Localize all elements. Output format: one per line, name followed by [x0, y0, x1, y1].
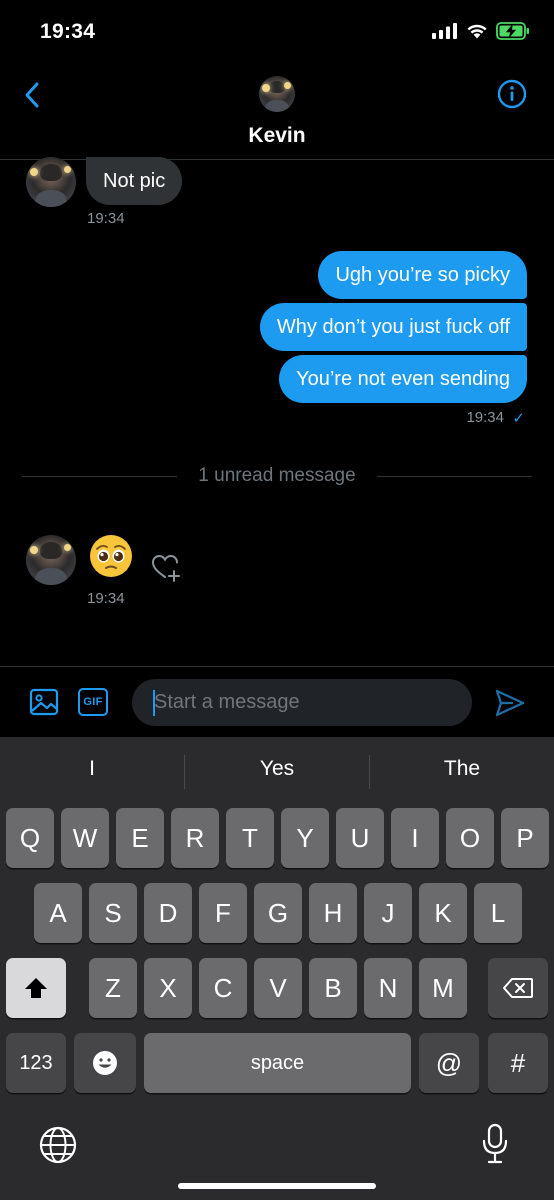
key-r[interactable]: R	[171, 808, 219, 868]
key-e[interactable]: E	[116, 808, 164, 868]
text-cursor	[153, 690, 155, 716]
unread-divider: 1 unread message	[22, 463, 532, 489]
shift-arrow-icon	[25, 978, 47, 998]
key-s[interactable]: S	[89, 883, 137, 943]
sent-checkmark-icon: ✓	[512, 410, 525, 427]
key-m[interactable]: M	[419, 958, 467, 1018]
shift-key[interactable]	[6, 958, 66, 1018]
hash-key[interactable]: #	[488, 1033, 548, 1093]
key-p[interactable]: P	[501, 808, 549, 868]
key-f[interactable]: F	[199, 883, 247, 943]
sender-avatar[interactable]	[26, 157, 76, 207]
message-timestamp: 19:34	[87, 590, 125, 607]
key-w[interactable]: W	[61, 808, 109, 868]
numbers-key[interactable]: 123	[6, 1033, 66, 1093]
suggestion-bar: I Yes The	[0, 737, 554, 803]
status-bar: 19:34	[0, 0, 554, 64]
key-z[interactable]: Z	[89, 958, 137, 1018]
message-timestamp: 19:34	[466, 409, 504, 426]
status-time: 19:34	[40, 20, 96, 43]
at-key[interactable]: @	[419, 1033, 479, 1093]
key-k[interactable]: K	[419, 883, 467, 943]
key-n[interactable]: N	[364, 958, 412, 1018]
microphone-icon[interactable]	[480, 1123, 510, 1165]
suggestion-item[interactable]: Yes	[185, 757, 369, 781]
emoji-smiley-icon	[93, 1051, 117, 1075]
heart-plus-icon[interactable]	[150, 551, 184, 583]
status-icons	[432, 22, 530, 40]
key-d[interactable]: D	[144, 883, 192, 943]
key-v[interactable]: V	[254, 958, 302, 1018]
pleading-face-emoji[interactable]	[88, 533, 134, 579]
key-x[interactable]: X	[144, 958, 192, 1018]
message-input[interactable]	[132, 679, 472, 726]
key-g[interactable]: G	[254, 883, 302, 943]
emoji-key[interactable]	[74, 1033, 136, 1093]
conversation-header: Kevin	[0, 64, 554, 160]
outgoing-message[interactable]: Why don’t you just fuck off	[259, 303, 527, 351]
delete-backward-icon	[503, 978, 533, 998]
backspace-key[interactable]	[488, 958, 548, 1018]
globe-icon[interactable]	[38, 1125, 78, 1165]
key-y[interactable]: Y	[281, 808, 329, 868]
key-c[interactable]: C	[199, 958, 247, 1018]
send-icon[interactable]	[494, 688, 526, 718]
battery-charging-icon	[496, 22, 529, 40]
back-button[interactable]	[20, 80, 46, 110]
incoming-message[interactable]: Not pic	[86, 157, 183, 205]
key-l[interactable]: L	[474, 883, 522, 943]
sender-avatar[interactable]	[26, 535, 76, 585]
key-u[interactable]: U	[336, 808, 384, 868]
info-button[interactable]	[497, 79, 527, 109]
key-h[interactable]: H	[309, 883, 357, 943]
message-composer: GIF	[0, 666, 554, 736]
suggestion-item[interactable]: The	[370, 757, 554, 781]
key-a[interactable]: A	[34, 883, 82, 943]
key-q[interactable]: Q	[6, 808, 54, 868]
cellular-signal-icon	[432, 23, 457, 39]
key-o[interactable]: O	[446, 808, 494, 868]
key-t[interactable]: T	[226, 808, 274, 868]
contact-avatar[interactable]	[259, 76, 295, 112]
outgoing-message[interactable]: Ugh you’re so picky	[318, 251, 527, 299]
keyboard: I Yes The Q W E R T Y U I O P A S D F G …	[0, 737, 554, 1200]
message-timestamp: 19:34	[87, 210, 125, 227]
home-indicator[interactable]	[178, 1183, 376, 1189]
contact-name[interactable]: Kevin	[0, 124, 554, 148]
key-i[interactable]: I	[391, 808, 439, 868]
key-b[interactable]: B	[309, 958, 357, 1018]
outgoing-message[interactable]: You’re not even sending	[279, 355, 527, 403]
message-list[interactable]: Not pic 19:34 Ugh you’re so picky Why do…	[0, 157, 554, 666]
gif-button[interactable]: GIF	[78, 688, 108, 716]
key-j[interactable]: J	[364, 883, 412, 943]
suggestion-item[interactable]: I	[0, 757, 184, 781]
wifi-icon	[467, 24, 487, 39]
image-icon[interactable]	[29, 687, 59, 717]
space-key[interactable]: space	[144, 1033, 411, 1093]
